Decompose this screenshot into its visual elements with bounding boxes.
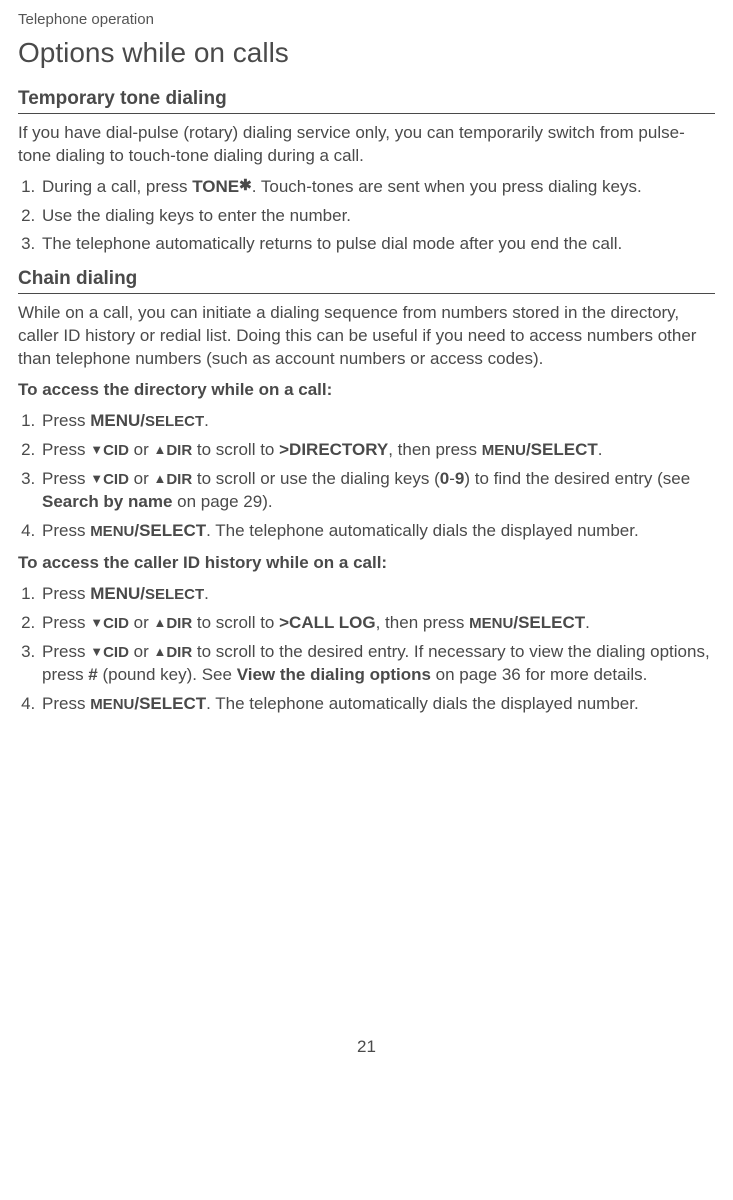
menu-label: MENU/ xyxy=(90,411,145,430)
up-arrow-icon: ▲ xyxy=(153,644,166,659)
text: . The telephone automatically dials the … xyxy=(206,521,639,540)
page-title: Options while on calls xyxy=(18,34,715,72)
sub1-steps: Press MENU/SELECT. Press ▼CID or ▲DIR to… xyxy=(18,410,715,543)
section1-step1: During a call, press TONE✱. Touch-tones … xyxy=(40,176,715,199)
text: on page 36 for more details. xyxy=(431,665,647,684)
sub2-step3: Press ▼CID or ▲DIR to scroll to the desi… xyxy=(40,641,715,687)
sub2-title: To access the caller ID history while on… xyxy=(18,552,715,575)
select-label: /SELECT xyxy=(134,694,206,713)
text: . xyxy=(204,584,209,603)
sub1-step3: Press ▼CID or ▲DIR to scroll or use the … xyxy=(40,468,715,514)
down-arrow-icon: ▼ xyxy=(90,644,103,659)
dir-label: DIR xyxy=(166,471,192,488)
page-number: 21 xyxy=(18,1036,715,1059)
text: , then press xyxy=(376,613,470,632)
text: . xyxy=(585,613,590,632)
section2-intro: While on a call, you can initiate a dial… xyxy=(18,302,715,371)
text: Press xyxy=(42,642,90,661)
pound-key: # xyxy=(88,665,97,684)
text: Press xyxy=(42,694,90,713)
text: or xyxy=(129,469,154,488)
up-arrow-icon: ▲ xyxy=(153,442,166,457)
text: Press xyxy=(42,440,90,459)
section-heading-temporary-tone: Temporary tone dialing xyxy=(18,86,715,114)
asterisk-icon: ✱ xyxy=(239,177,252,194)
select-label: /SELECT xyxy=(526,440,598,459)
dir-label: DIR xyxy=(166,615,192,632)
select-label: /SELECT xyxy=(134,521,206,540)
down-arrow-icon: ▼ xyxy=(90,442,103,457)
section-heading-chain-dialing: Chain dialing xyxy=(18,266,715,294)
text: . xyxy=(204,411,209,430)
text: During a call, press xyxy=(42,177,192,196)
sub2-step1: Press MENU/SELECT. xyxy=(40,583,715,606)
text: to scroll or use the dialing keys ( xyxy=(192,469,440,488)
menu-label: MENU xyxy=(90,523,134,540)
text: Press xyxy=(42,584,90,603)
menu-label: MENU/ xyxy=(90,584,145,603)
sub1-title: To access the directory while on a call: xyxy=(18,379,715,402)
section1-intro: If you have dial-pulse (rotary) dialing … xyxy=(18,122,715,168)
text: . The telephone automatically dials the … xyxy=(206,694,639,713)
header-label: Telephone operation xyxy=(18,10,715,30)
tone-key-label: TONE xyxy=(192,177,239,196)
down-arrow-icon: ▼ xyxy=(90,471,103,486)
cid-label: CID xyxy=(103,644,129,661)
text: to scroll to xyxy=(192,613,279,632)
sub1-step2: Press ▼CID or ▲DIR to scroll to >DIRECTO… xyxy=(40,439,715,462)
section1-steps: During a call, press TONE✱. Touch-tones … xyxy=(18,176,715,257)
text: to scroll to xyxy=(192,440,279,459)
text: Press xyxy=(42,469,90,488)
cid-label: CID xyxy=(103,471,129,488)
section1-step2: Use the dialing keys to enter the number… xyxy=(40,205,715,228)
cid-label: CID xyxy=(103,442,129,459)
directory-label: >DIRECTORY xyxy=(279,440,388,459)
sub2-steps: Press MENU/SELECT. Press ▼CID or ▲DIR to… xyxy=(18,583,715,716)
sub1-step1: Press MENU/SELECT. xyxy=(40,410,715,433)
section1-step3: The telephone automatically returns to p… xyxy=(40,233,715,256)
select-label: /SELECT xyxy=(513,613,585,632)
menu-label: MENU xyxy=(469,615,513,632)
sub2-step4: Press MENU/SELECT. The telephone automat… xyxy=(40,693,715,716)
select-label: SELECT xyxy=(145,413,204,430)
dir-label: DIR xyxy=(166,644,192,661)
view-dialing-options-ref: View the dialing options xyxy=(237,665,431,684)
text: on page 29). xyxy=(172,492,272,511)
menu-label: MENU xyxy=(90,696,134,713)
text: or xyxy=(129,613,154,632)
text: . Touch-tones are sent when you press di… xyxy=(252,177,642,196)
digit-9: 9 xyxy=(455,469,464,488)
text: , then press xyxy=(388,440,482,459)
sub1-step4: Press MENU/SELECT. The telephone automat… xyxy=(40,520,715,543)
text: . xyxy=(598,440,603,459)
cid-label: CID xyxy=(103,615,129,632)
sub2-step2: Press ▼CID or ▲DIR to scroll to >CALL LO… xyxy=(40,612,715,635)
digit-0: 0 xyxy=(440,469,449,488)
text: Press xyxy=(42,411,90,430)
dir-label: DIR xyxy=(166,442,192,459)
text: ) to find the desired entry (see xyxy=(464,469,690,488)
select-label: SELECT xyxy=(145,586,204,603)
up-arrow-icon: ▲ xyxy=(153,471,166,486)
search-by-name-ref: Search by name xyxy=(42,492,172,511)
text: (pound key). See xyxy=(98,665,237,684)
text: Press xyxy=(42,613,90,632)
text: Press xyxy=(42,521,90,540)
call-log-label: >CALL LOG xyxy=(279,613,376,632)
text: or xyxy=(129,642,154,661)
down-arrow-icon: ▼ xyxy=(90,615,103,630)
up-arrow-icon: ▲ xyxy=(153,615,166,630)
menu-label: MENU xyxy=(482,442,526,459)
text: or xyxy=(129,440,154,459)
